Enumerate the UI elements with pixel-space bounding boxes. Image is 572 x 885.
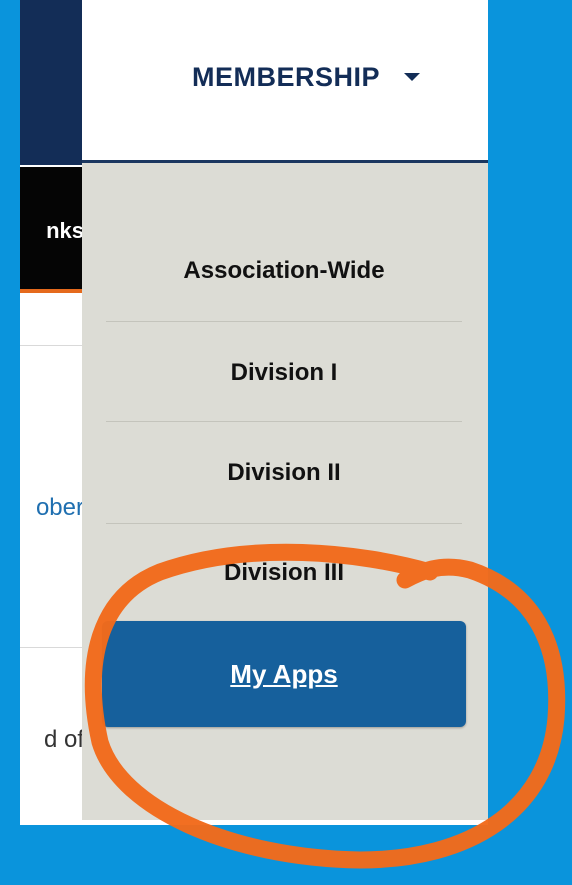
my-apps-button[interactable]: My Apps: [102, 621, 466, 727]
menu-item-division-iii[interactable]: Division III: [106, 559, 462, 587]
menu-item-association-wide[interactable]: Association-Wide: [106, 257, 462, 285]
text-fragment: d of: [43, 726, 84, 753]
nav-accent-bar: [20, 289, 84, 293]
menu-separator: [106, 321, 462, 322]
menu-item-division-i[interactable]: Division I: [106, 359, 462, 387]
divider: [20, 647, 84, 648]
menu-separator: [106, 421, 462, 422]
my-apps-label[interactable]: My Apps: [230, 659, 337, 690]
chevron-down-icon[interactable]: [404, 73, 420, 81]
membership-dropdown-menu: Association-Wide Division I Division II …: [82, 163, 488, 820]
membership-label[interactable]: MEMBERSHIP: [192, 62, 380, 93]
divider: [20, 345, 84, 346]
menu-separator: [106, 523, 462, 524]
links-nav-item[interactable]: nks: [20, 218, 84, 244]
link-text-fragment[interactable]: ober: [20, 494, 84, 522]
menu-item-division-ii[interactable]: Division II: [106, 459, 462, 487]
